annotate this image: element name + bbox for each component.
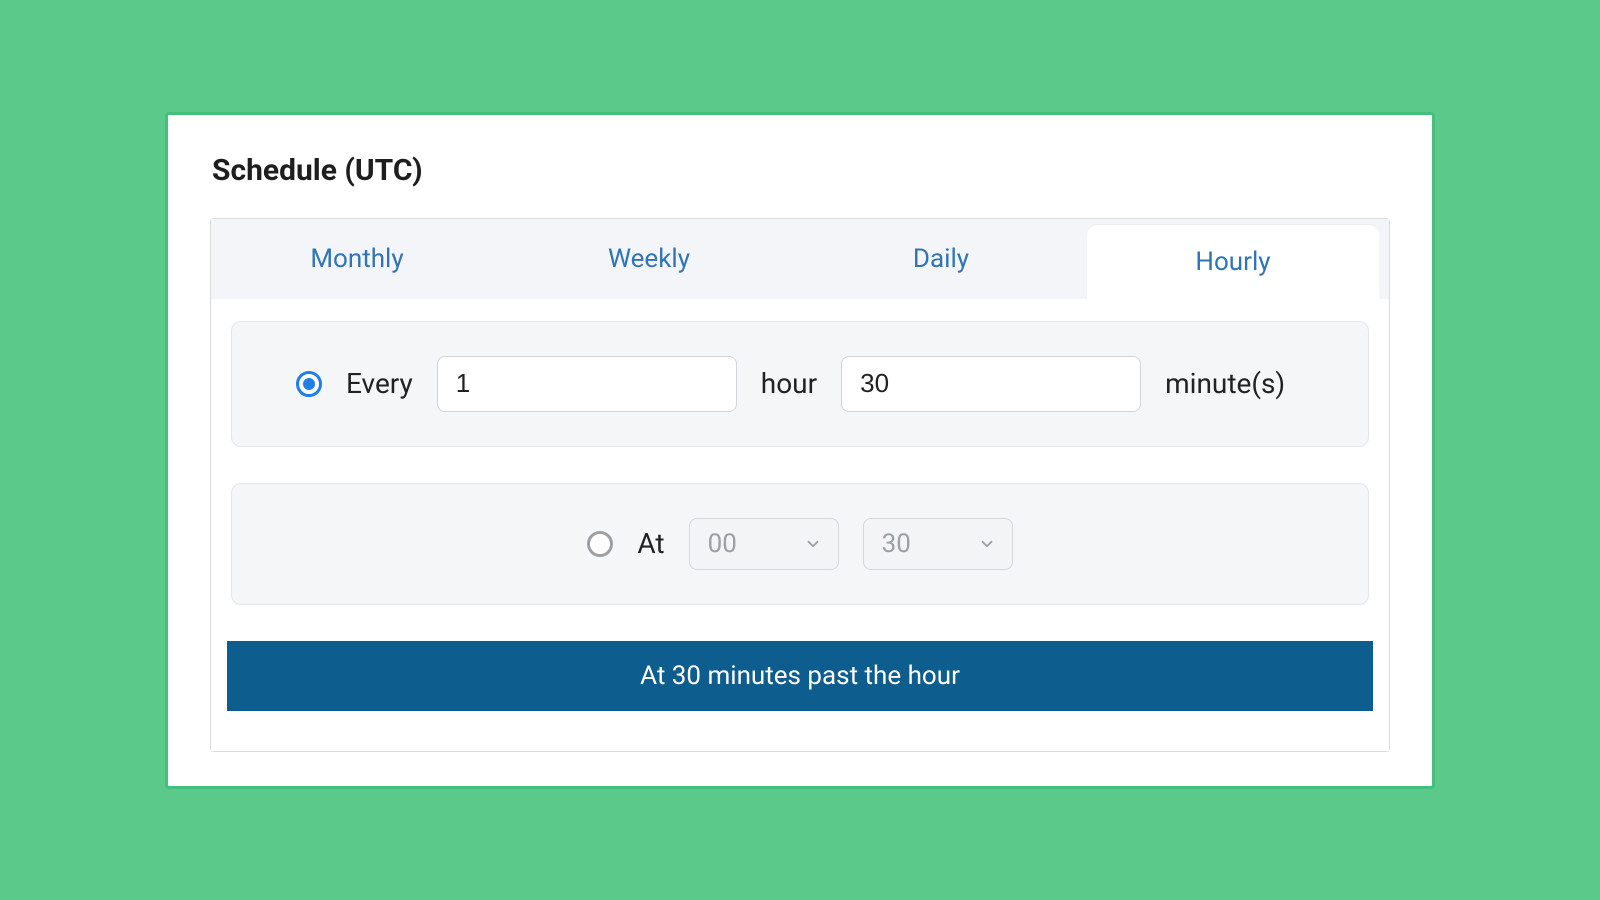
tab-content-hourly: Every hour minute(s) At 00 30 bbox=[211, 299, 1389, 751]
radio-every[interactable] bbox=[296, 371, 322, 397]
tab-monthly[interactable]: Monthly bbox=[211, 219, 503, 299]
option-every-row: Every hour minute(s) bbox=[231, 321, 1369, 447]
label-every: Every bbox=[346, 367, 413, 400]
schedule-card: Schedule (UTC) Monthly Weekly Daily Hour… bbox=[165, 112, 1435, 789]
select-at-minute-value: 30 bbox=[882, 529, 911, 559]
schedule-title: Schedule (UTC) bbox=[212, 153, 1390, 188]
option-at-row: At 00 30 bbox=[231, 483, 1369, 605]
tab-weekly[interactable]: Weekly bbox=[503, 219, 795, 299]
schedule-summary: At 30 minutes past the hour bbox=[227, 641, 1373, 711]
tab-daily[interactable]: Daily bbox=[795, 219, 1087, 299]
select-at-hour-value: 00 bbox=[708, 529, 737, 559]
chevron-down-icon bbox=[978, 535, 996, 553]
label-at: At bbox=[637, 527, 664, 560]
tabs: Monthly Weekly Daily Hourly bbox=[211, 219, 1389, 299]
input-every-hours[interactable] bbox=[437, 356, 737, 412]
schedule-panel: Monthly Weekly Daily Hourly Every hour m… bbox=[210, 218, 1390, 752]
select-at-hour[interactable]: 00 bbox=[689, 518, 839, 570]
select-at-minute[interactable]: 30 bbox=[863, 518, 1013, 570]
chevron-down-icon bbox=[804, 535, 822, 553]
input-every-minutes[interactable] bbox=[841, 356, 1141, 412]
radio-at[interactable] bbox=[587, 531, 613, 557]
label-hour: hour bbox=[761, 367, 817, 400]
tab-hourly[interactable]: Hourly bbox=[1087, 225, 1379, 299]
label-minutes: minute(s) bbox=[1165, 367, 1285, 400]
